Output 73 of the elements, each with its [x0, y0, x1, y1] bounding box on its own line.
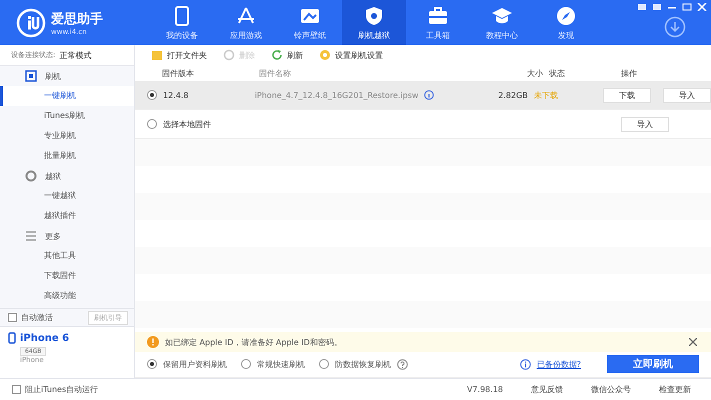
radio-button[interactable]	[147, 119, 157, 130]
status-link[interactable]: 微信公众号	[591, 384, 631, 395]
toolbar-button[interactable]: 刷新	[265, 49, 309, 62]
notice-text: 如已绑定 Apple ID，请准备好 Apple ID和密码。	[165, 336, 343, 348]
menu-item[interactable]: 越狱插件	[0, 206, 134, 226]
column-header: 状态	[549, 68, 566, 79]
status-value: 正常模式	[59, 50, 92, 60]
table-cell-text: 未下载	[534, 90, 559, 101]
logo-icon	[16, 8, 46, 38]
maximize-icon	[682, 3, 692, 11]
menu-icon	[25, 230, 37, 242]
square-icon	[25, 70, 37, 82]
status-link[interactable]: 意见反馈	[531, 384, 563, 395]
version-text: V7.98.18	[466, 385, 503, 394]
menu-item[interactable]: 高级功能	[0, 286, 134, 306]
table-cell-text: 2.82GB	[497, 90, 529, 100]
action-button[interactable]: 导入	[663, 88, 711, 103]
compass-icon	[555, 4, 577, 26]
menu-item[interactable]: 一键越狱	[0, 186, 134, 206]
nav-tab[interactable]: 发现	[534, 0, 598, 45]
warning-icon	[147, 336, 159, 348]
menu-item[interactable]: iTunes刷机	[0, 106, 134, 126]
circle-icon	[223, 49, 235, 62]
menu-group-label: 越狱	[45, 170, 61, 182]
help-icon	[397, 358, 408, 370]
info-icon	[520, 358, 531, 370]
ring-icon	[25, 170, 37, 182]
info-link[interactable]: 已备份数据?	[536, 358, 581, 370]
app-name: 爱思助手	[51, 10, 103, 28]
menu-item[interactable]: 一键刷机	[0, 86, 134, 106]
menu-item[interactable]: 其他工具	[0, 246, 134, 266]
local-firmware-label: 选择本地固件	[163, 118, 211, 130]
block-itunes-checkbox[interactable]: 阻止iTunes自动运行	[12, 384, 98, 395]
menu-group-label: 更多	[45, 230, 61, 242]
close-icon	[697, 3, 707, 11]
phone-icon	[8, 332, 16, 344]
table-cell: iPhone_4.7_12.4.8_16G201_Restore.ipsw	[254, 90, 418, 100]
column-header: 大小	[526, 68, 544, 79]
menu-group-label: 刷机	[45, 70, 61, 82]
column-header: 固件版本	[161, 68, 195, 79]
nav-tab[interactable]: 应用游戏	[214, 0, 278, 45]
radio-button[interactable]	[147, 90, 157, 100]
status-link[interactable]: 检查更新	[659, 384, 691, 395]
close-button[interactable]	[687, 336, 699, 348]
column-header: 固件名称	[259, 68, 292, 79]
menu-item[interactable]: 专业刷机	[0, 126, 134, 146]
download-icon	[664, 16, 686, 38]
shield-icon	[363, 4, 385, 26]
info-icon	[424, 90, 434, 100]
flash-mode-option[interactable]: 防数据恢复刷机	[319, 358, 408, 370]
menu-item[interactable]: 批量刷机	[0, 146, 134, 166]
toolbar-button[interactable]: 打开文件夹	[145, 49, 213, 62]
flash-mode-option[interactable]: 常规快速刷机	[241, 358, 305, 370]
refresh-icon	[271, 49, 283, 62]
nav-tab[interactable]: 我的设备	[150, 0, 214, 45]
flash-mode-option[interactable]: 保留用户资料刷机	[147, 358, 227, 370]
nav-tab[interactable]: 刷机越狱	[342, 0, 406, 45]
auto-activate-checkbox[interactable]: 自动激活	[8, 312, 53, 323]
triangle-icon	[235, 4, 257, 26]
folder-icon	[151, 49, 163, 62]
device-name: iPhone 6	[20, 332, 70, 344]
table-cell: 12.4.8	[163, 90, 188, 100]
menu-item[interactable]: 下载固件	[0, 266, 134, 286]
nav-tab[interactable]: 铃声壁纸	[278, 0, 342, 45]
toolbox-icon	[427, 4, 449, 26]
toolbar-button[interactable]: 设置刷机设置	[313, 49, 389, 62]
nav-tab[interactable]: 教程中心	[470, 0, 534, 45]
action-button[interactable]: 下载	[603, 88, 651, 103]
flash-now-button[interactable]: 立即刷机	[607, 355, 699, 374]
close-icon	[689, 338, 697, 346]
nav-tab[interactable]: 工具箱	[406, 0, 470, 45]
action-button[interactable]: 导入	[621, 116, 669, 132]
column-header: 操作	[621, 68, 638, 79]
